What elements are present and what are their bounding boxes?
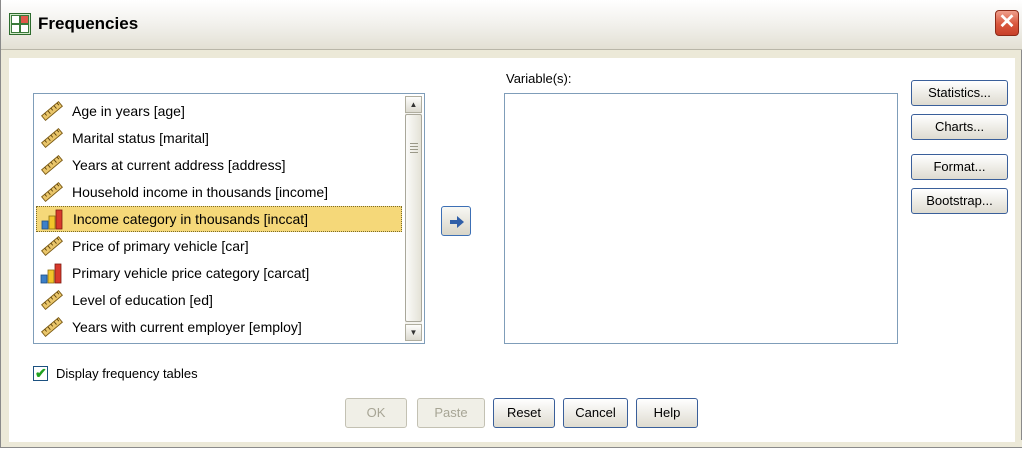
frequencies-dialog: Frequencies ✕ Age in years [age] Marital … <box>0 0 1022 448</box>
display-frequency-tables-checkbox[interactable]: ✔ <box>33 365 48 381</box>
format-button[interactable]: Format... <box>911 154 1008 180</box>
variable-label: Income category in thousands [inccat] <box>73 211 309 227</box>
source-list-scrollbar[interactable]: ▲ ▼ <box>405 96 422 341</box>
frequencies-app-icon <box>9 13 31 35</box>
title-bar[interactable]: Frequencies ✕ <box>1 0 1022 50</box>
variable-label: Price of primary vehicle [car] <box>72 238 249 254</box>
scale-ruler-icon <box>40 316 64 338</box>
variable-label: Years at current address [address] <box>72 157 286 173</box>
variable-label: Level of education [ed] <box>72 292 213 308</box>
variable-label: Primary vehicle price category [carcat] <box>72 265 310 281</box>
help-button[interactable]: Help <box>636 398 698 428</box>
ordinal-bar-icon <box>40 262 64 284</box>
cancel-button[interactable]: Cancel <box>563 398 628 428</box>
variable-list-item[interactable]: Years with current employer [employ] <box>36 314 402 340</box>
variables-label: Variable(s): <box>506 71 572 86</box>
scale-ruler-icon <box>40 127 64 149</box>
close-button[interactable]: ✕ <box>995 10 1019 36</box>
variable-label: Marital status [marital] <box>72 130 209 146</box>
variable-label: Age in years [age] <box>72 103 185 119</box>
scale-ruler-icon <box>40 154 64 176</box>
bootstrap-button[interactable]: Bootstrap... <box>911 188 1008 214</box>
reset-button[interactable]: Reset <box>493 398 555 428</box>
right-arrow-icon <box>450 216 464 228</box>
scale-ruler-icon <box>40 289 64 311</box>
variable-list-item[interactable]: Income category in thousands [inccat] <box>36 206 402 232</box>
display-frequency-tables-label: Display frequency tables <box>56 366 198 381</box>
window-title: Frequencies <box>38 14 139 33</box>
move-variable-button[interactable] <box>441 206 471 236</box>
window-frame-left <box>1 50 9 447</box>
checkmark-icon: ✔ <box>35 365 47 381</box>
variable-list-item[interactable]: Primary vehicle price category [carcat] <box>36 260 402 286</box>
statistics-button[interactable]: Statistics... <box>911 80 1008 106</box>
scale-ruler-icon <box>40 181 64 203</box>
variable-list-item[interactable]: Level of education [ed] <box>36 287 402 313</box>
variable-list-item[interactable]: Household income in thousands [income] <box>36 179 402 205</box>
ok-button[interactable]: OK <box>345 398 407 428</box>
variable-list-item[interactable]: Age in years [age] <box>36 98 402 124</box>
variable-list-item[interactable]: Price of primary vehicle [car] <box>36 233 402 259</box>
charts-button[interactable]: Charts... <box>911 114 1008 140</box>
variable-list-item[interactable]: Years at current address [address] <box>36 152 402 178</box>
scale-ruler-icon <box>40 235 64 257</box>
scroll-thumb[interactable] <box>405 114 422 322</box>
scroll-down-button[interactable]: ▼ <box>405 324 422 341</box>
scale-ruler-icon <box>40 100 64 122</box>
variable-label: Years with current employer [employ] <box>72 319 302 335</box>
source-variable-list[interactable]: Age in years [age] Marital status [marita… <box>33 93 425 344</box>
variable-list-item[interactable]: Marital status [marital] <box>36 125 402 151</box>
paste-button[interactable]: Paste <box>417 398 485 428</box>
target-variable-list[interactable] <box>504 93 898 344</box>
variable-label: Household income in thousands [income] <box>72 184 329 200</box>
scroll-up-button[interactable]: ▲ <box>405 96 422 113</box>
ordinal-bar-icon <box>41 208 65 230</box>
